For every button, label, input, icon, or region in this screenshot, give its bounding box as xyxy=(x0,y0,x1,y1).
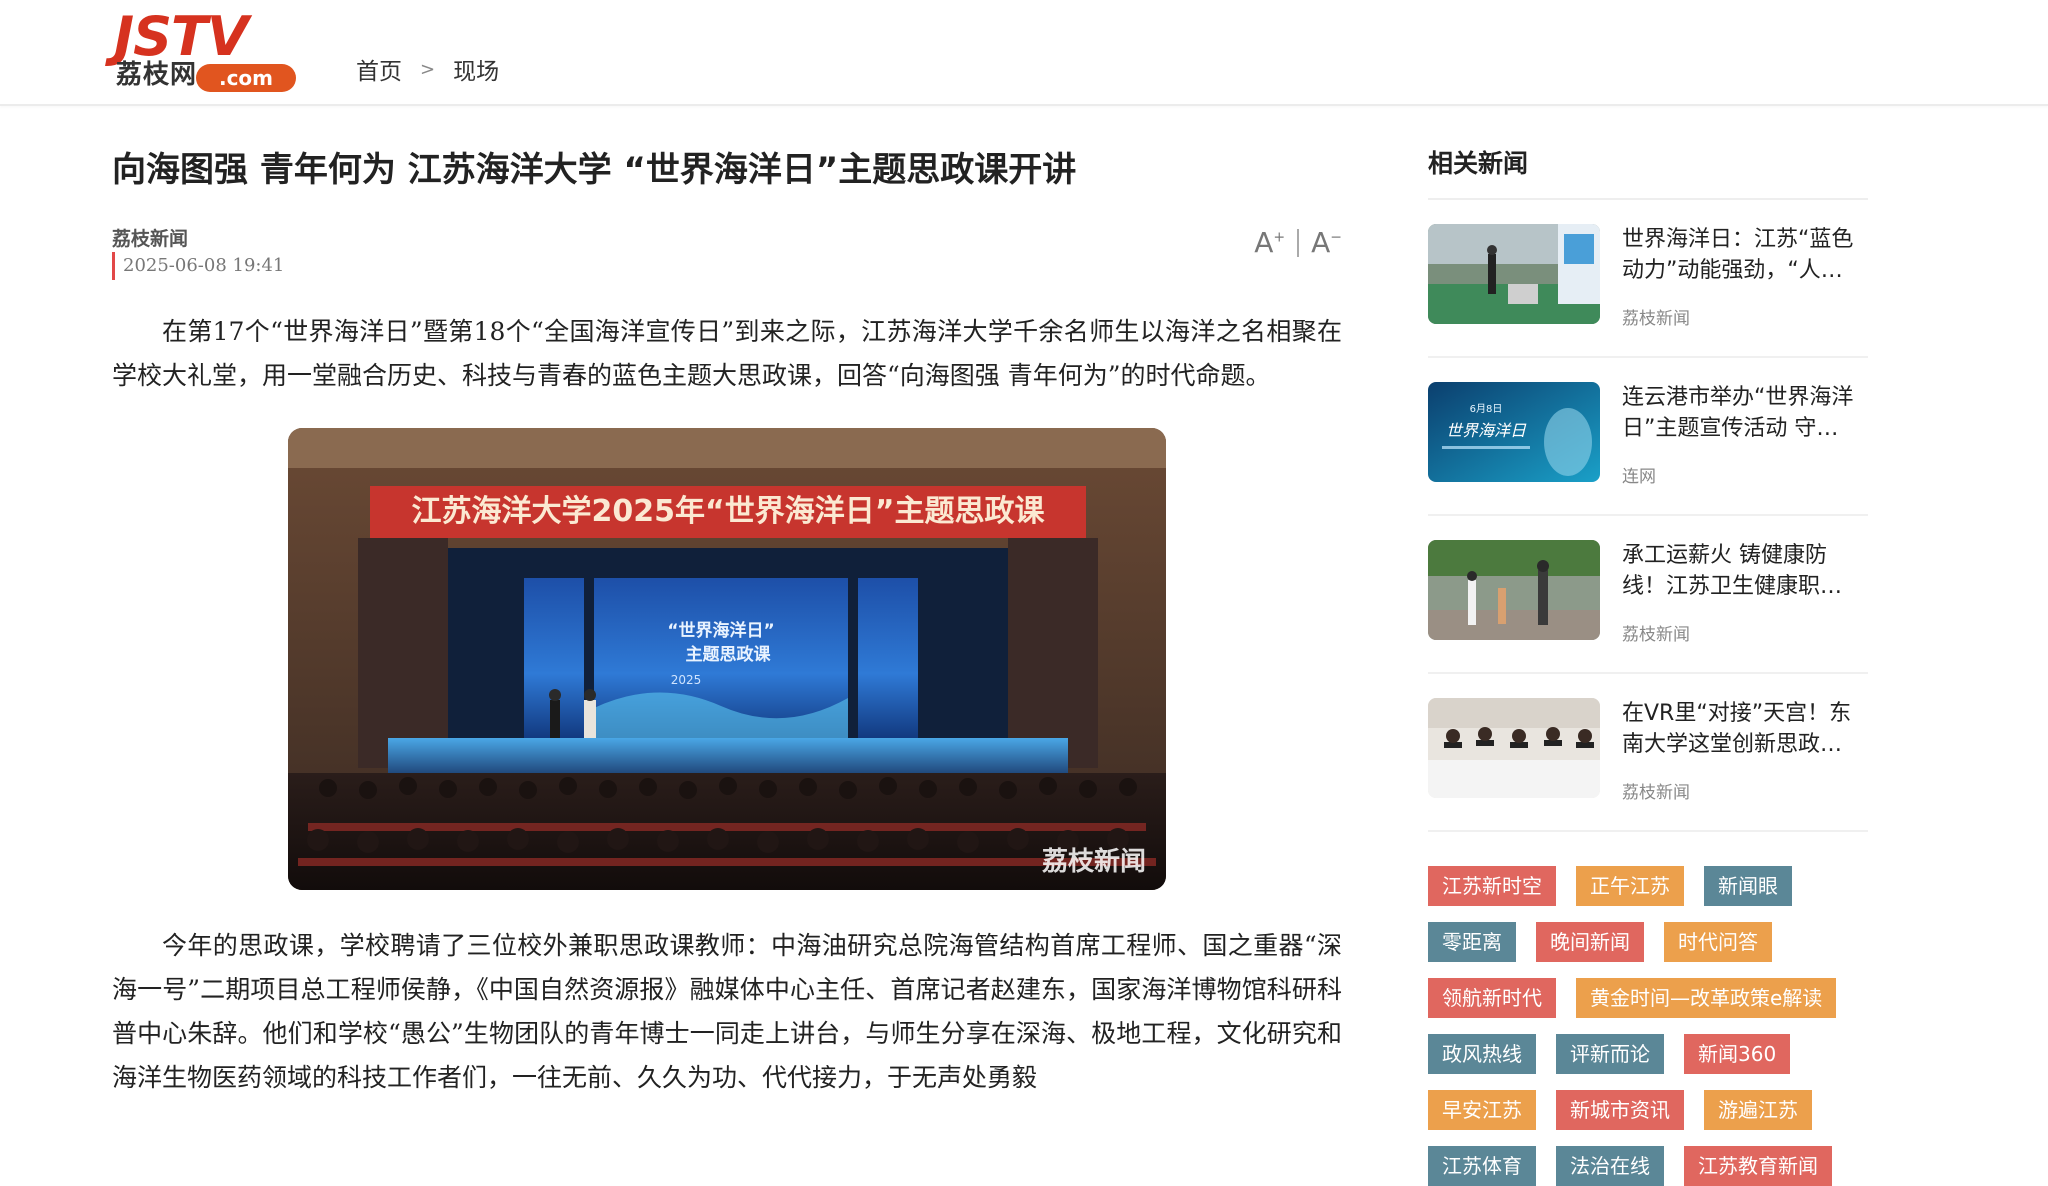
auditorium-photo-illustration: 江苏海洋大学2025年“世界海洋日”主题思政课 “世界海洋日” 主题思政课 20… xyxy=(288,428,1166,890)
related-news-item[interactable]: 世界海洋日：江苏“蓝色动力”动能强劲，“人… 荔枝新闻 xyxy=(1428,200,1868,358)
article-title: 向海图强 青年何为 江苏海洋大学 “世界海洋日”主题思政课开讲 xyxy=(112,150,1077,190)
related-news-title: 承工运薪火 铸健康防线！江苏卫生健康职… xyxy=(1622,543,1843,599)
related-news-thumbnail: 6月8日 世界海洋日 xyxy=(1428,382,1600,482)
program-tag[interactable]: 新闻360 xyxy=(1684,1034,1791,1074)
logo-com-badge: .com xyxy=(196,64,296,92)
related-news-thumbnail xyxy=(1428,698,1600,798)
program-tag[interactable]: 时代问答 xyxy=(1664,922,1772,962)
program-tag[interactable]: 江苏教育新闻 xyxy=(1684,1146,1832,1186)
program-tag[interactable]: 领航新时代 xyxy=(1428,978,1556,1018)
logo-jstv-text: JSTV xyxy=(114,5,249,68)
program-tag[interactable]: 评新而论 xyxy=(1556,1034,1664,1074)
article: 向海图强 青年何为 江苏海洋大学 “世界海洋日”主题思政课开讲 荔枝新闻 202… xyxy=(112,140,1342,1100)
font-control-divider xyxy=(1297,228,1300,257)
program-tag[interactable]: 政风热线 xyxy=(1428,1034,1536,1074)
photo-watermark: 荔枝新闻 xyxy=(1042,846,1146,877)
related-news-source: 荔枝新闻 xyxy=(1622,625,1690,645)
breadcrumb-home-link[interactable]: 首页 xyxy=(356,52,402,86)
font-decrease-sup: − xyxy=(1330,229,1342,246)
font-size-controls: A+ A− xyxy=(1254,226,1342,259)
font-increase-sup: + xyxy=(1273,229,1286,246)
related-news-source: 连网 xyxy=(1622,467,1656,487)
related-news-sidebar: 相关新闻 世界海洋日：江苏“蓝色动力”动能强劲，“人… 荔枝新闻 6月8日 世界… xyxy=(1428,140,1868,1186)
screen-year: 2025 xyxy=(671,673,702,687)
program-tag[interactable]: 新城市资讯 xyxy=(1556,1090,1684,1130)
article-source: 荔枝新闻 xyxy=(112,228,189,250)
font-increase-label: A xyxy=(1254,226,1274,259)
banner-text: 江苏海洋大学2025年“世界海洋日”主题思政课 xyxy=(412,494,1046,529)
program-tag[interactable]: 晚间新闻 xyxy=(1536,922,1644,962)
program-tag[interactable]: 正午江苏 xyxy=(1576,866,1684,906)
related-news-source: 荔枝新闻 xyxy=(1622,309,1690,329)
related-news-title: 世界海洋日：江苏“蓝色动力”动能强劲，“人… xyxy=(1622,227,1854,283)
related-news-item[interactable]: 6月8日 世界海洋日 连云港市举办“世界海洋日”主题宣传活动 守… 连网 xyxy=(1428,358,1868,516)
article-date: 2025-06-08 19:41 xyxy=(112,252,1342,280)
program-tag[interactable]: 早安江苏 xyxy=(1428,1090,1536,1130)
screen-line-2: 主题思政课 xyxy=(686,644,772,665)
program-tag[interactable]: 黄金时间—改革政策e解读 xyxy=(1576,978,1837,1018)
related-news-item[interactable]: 在VR里“对接”天宫！东南大学这堂创新思政… 荔枝新闻 xyxy=(1428,674,1868,832)
article-paragraph-1: 在第17个“世界海洋日”暨第18个“全国海洋宣传日”到来之际，江苏海洋大学千余名… xyxy=(112,317,1342,390)
program-tag[interactable]: 江苏新时空 xyxy=(1428,866,1556,906)
font-decrease-button[interactable]: A− xyxy=(1311,226,1342,259)
font-increase-button[interactable]: A+ xyxy=(1254,226,1285,259)
program-tag[interactable]: 江苏体育 xyxy=(1428,1146,1536,1186)
program-tag[interactable]: 游遍江苏 xyxy=(1704,1090,1812,1130)
related-news-title: 连云港市举办“世界海洋日”主题宣传活动 守… xyxy=(1622,385,1854,441)
breadcrumb-section-link[interactable]: 现场 xyxy=(453,52,499,86)
program-tag[interactable]: 新闻眼 xyxy=(1704,866,1792,906)
program-tag[interactable]: 法治在线 xyxy=(1556,1146,1664,1186)
article-photo-auditorium: 江苏海洋大学2025年“世界海洋日”主题思政课 “世界海洋日” 主题思政课 20… xyxy=(288,428,1166,890)
related-news-source: 荔枝新闻 xyxy=(1622,783,1690,803)
site-header: JSTV 荔枝网 .com 首页 > 现场 xyxy=(0,0,2048,106)
thumb-text: 世界海洋日 xyxy=(1446,421,1527,440)
thumb-date: 6月8日 xyxy=(1470,403,1503,415)
related-news-item[interactable]: 承工运薪火 铸健康防线！江苏卫生健康职… 荔枝新闻 xyxy=(1428,516,1868,674)
font-decrease-label: A xyxy=(1311,226,1331,259)
related-news-heading: 相关新闻 xyxy=(1428,149,1529,178)
breadcrumb: 首页 > 现场 xyxy=(356,52,499,86)
thumbnail-image-3 xyxy=(1428,540,1600,640)
thumbnail-image-4 xyxy=(1428,698,1600,798)
related-news-thumbnail xyxy=(1428,540,1600,640)
screen-line-1: “世界海洋日” xyxy=(667,620,774,641)
thumbnail-image-2: 6月8日 世界海洋日 xyxy=(1428,382,1600,482)
program-tags: 江苏新时空 正午江苏 新闻眼零距离 晚间新闻 时代问答领航新时代 黄金时间—改革政策e解读… xyxy=(1428,866,1868,1186)
thumbnail-image-1 xyxy=(1428,224,1600,324)
related-news-thumbnail xyxy=(1428,224,1600,324)
program-tag[interactable]: 零距离 xyxy=(1428,922,1516,962)
logo-cn-text: 荔枝网 xyxy=(116,60,198,90)
related-news-title: 在VR里“对接”天宫！东南大学这堂创新思政… xyxy=(1622,701,1852,757)
breadcrumb-separator: > xyxy=(420,58,436,80)
article-meta: 荔枝新闻 2025-06-08 19:41 A+ A− xyxy=(112,226,1342,286)
article-paragraph-2: 今年的思政课，学校聘请了三位校外兼职思政课教师：中海油研究总院海管结构首席工程师… xyxy=(112,931,1342,1092)
site-logo[interactable]: JSTV 荔枝网 .com xyxy=(114,5,310,92)
